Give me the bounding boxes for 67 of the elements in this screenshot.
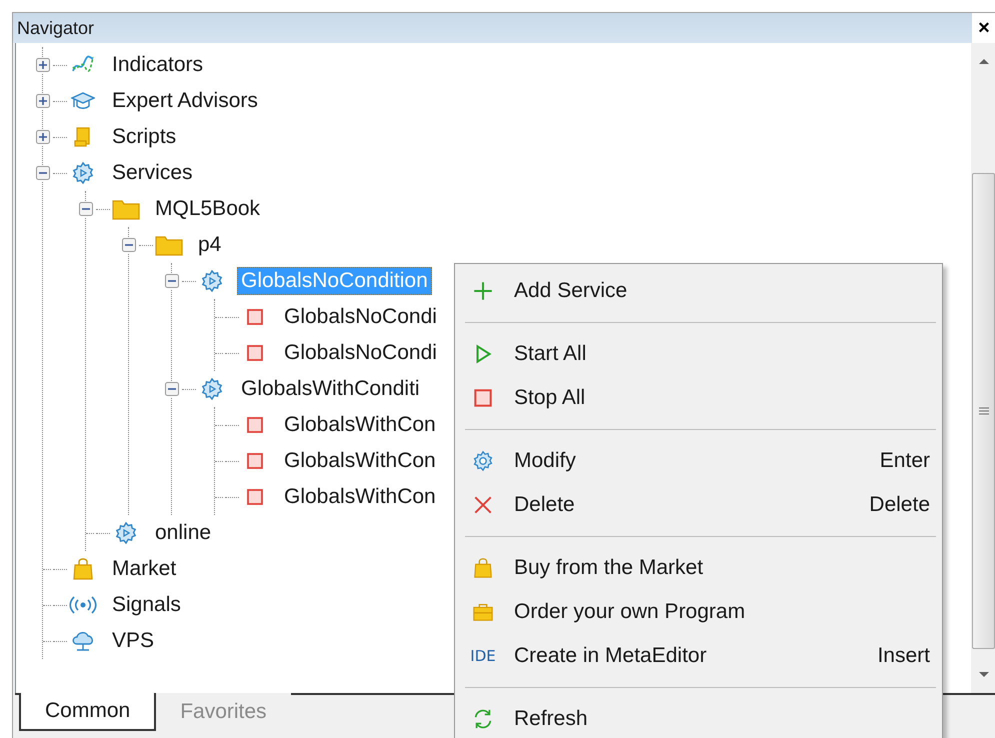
collapse-icon[interactable]	[164, 273, 180, 289]
tree-item[interactable]: VPS	[108, 627, 158, 655]
shortcut-label: Delete	[869, 493, 930, 517]
gear-play-icon	[114, 521, 138, 545]
menu-item[interactable]: Order your own Program	[455, 590, 942, 634]
menu-label: Create in MetaEditor	[514, 644, 708, 668]
tree-item[interactable]: Services	[108, 159, 197, 187]
tree-item[interactable]: Expert Advisors	[108, 87, 262, 115]
menu-label: Refresh	[514, 707, 589, 731]
menu-item[interactable]: Stop All	[455, 376, 942, 420]
collapse-icon[interactable]	[164, 381, 180, 397]
shopping-bag-icon	[71, 557, 95, 581]
panel-title: Navigator	[17, 18, 96, 38]
ide-icon: IDE	[470, 647, 496, 665]
menu-label: Stop All	[514, 386, 586, 410]
menu-label: Add Service	[514, 279, 628, 303]
menu-item[interactable]: Add Service	[455, 269, 942, 313]
collapse-icon[interactable]	[78, 201, 94, 217]
menu-item[interactable]: Modify Enter	[455, 439, 942, 483]
tree-item[interactable]: GlobalsNoCondi	[280, 303, 441, 331]
gear-play-icon	[71, 161, 95, 185]
expand-icon[interactable]	[35, 57, 51, 73]
grip-icon	[978, 407, 988, 415]
scroll-thumb[interactable]	[972, 173, 995, 649]
menu-item[interactable]: Buy from the Market	[455, 546, 942, 590]
plus-icon	[472, 280, 494, 302]
scroll-down-icon[interactable]	[978, 671, 990, 679]
scrollbar[interactable]	[971, 43, 995, 693]
tree-item[interactable]: GlobalsNoCondi	[280, 339, 441, 367]
menu-label: Modify	[514, 449, 577, 473]
menu-label: Delete	[514, 493, 576, 517]
tree-item[interactable]: Signals	[108, 591, 185, 619]
tree-item[interactable]: MQL5Book	[151, 195, 264, 223]
menu-item[interactable]: Delete Delete	[455, 483, 942, 527]
stop-square-icon	[472, 387, 494, 409]
menu-label: Start All	[514, 342, 588, 366]
close-button[interactable]: ×	[972, 13, 995, 43]
tree-item[interactable]: online	[151, 519, 216, 547]
shortcut-label: Insert	[877, 644, 930, 668]
scroll-up-icon[interactable]	[978, 57, 990, 65]
tree-item[interactable]: GlobalsWithConditi	[237, 375, 424, 403]
expand-icon[interactable]	[35, 93, 51, 109]
briefcase-icon	[472, 601, 494, 623]
menu-item[interactable]: Start All	[455, 332, 942, 376]
cloud-icon	[71, 629, 95, 653]
collapse-icon[interactable]	[121, 237, 137, 253]
expand-icon[interactable]	[35, 129, 51, 145]
gear-play-icon	[200, 377, 224, 401]
refresh-icon	[472, 708, 494, 730]
menu-label: Order your own Program	[514, 600, 746, 624]
gear-icon	[472, 450, 494, 472]
tree-item[interactable]: GlobalsWithCon	[280, 411, 440, 439]
collapse-icon[interactable]	[35, 165, 51, 181]
menu-label: Buy from the Market	[514, 556, 704, 580]
gear-play-icon	[200, 269, 224, 293]
tree-item[interactable]: GlobalsWithCon	[280, 447, 440, 475]
tree-item[interactable]: GlobalsWithCon	[280, 483, 440, 511]
tree-item[interactable]: Scripts	[108, 123, 180, 151]
menu-item[interactable]: IDE Create in MetaEditor Insert	[455, 634, 942, 678]
menu-item[interactable]: Refresh	[455, 697, 942, 738]
tree-item[interactable]: p4	[194, 231, 226, 259]
tree-item[interactable]: Indicators	[108, 51, 208, 79]
shopping-bag-icon	[472, 557, 494, 579]
tree-item[interactable]: Market	[108, 555, 180, 583]
close-icon	[472, 494, 494, 516]
tab[interactable]: Common	[19, 693, 156, 731]
shortcut-label: Enter	[880, 449, 930, 473]
